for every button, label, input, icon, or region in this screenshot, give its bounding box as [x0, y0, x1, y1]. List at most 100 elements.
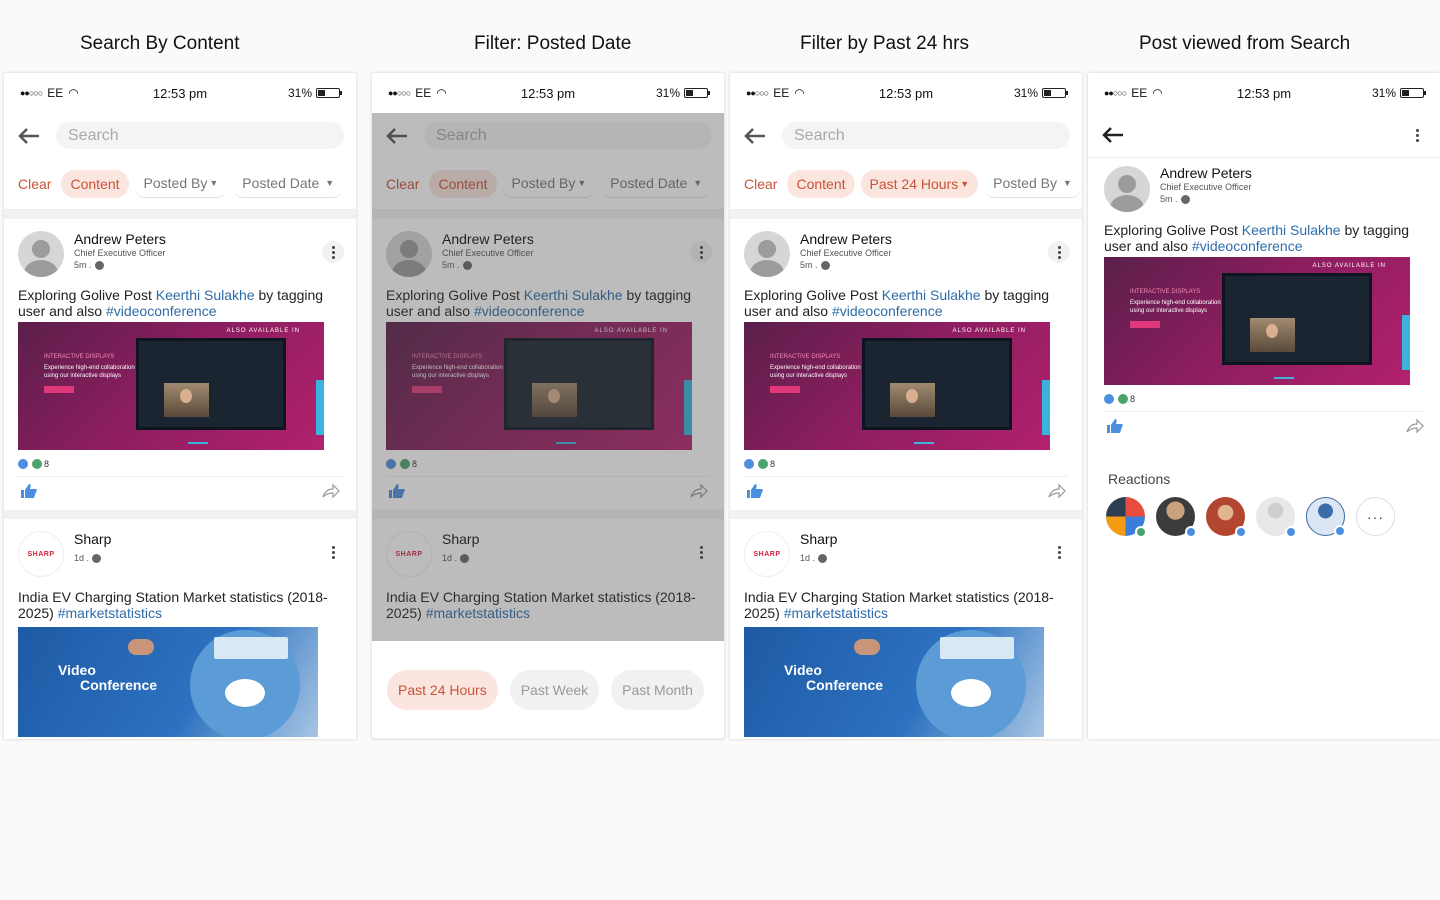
reaction-summary[interactable]: 8 [386, 458, 710, 470]
share-icon[interactable] [1048, 483, 1066, 504]
more-options-icon[interactable] [1406, 124, 1428, 146]
reaction-summary[interactable]: 8 [18, 458, 342, 470]
post-author[interactable]: Andrew Peters [800, 231, 892, 247]
content-filter-chip[interactable]: Content [61, 169, 129, 198]
reactions-heading: Reactions [1108, 471, 1171, 487]
like-button[interactable] [1106, 418, 1124, 439]
clear-filter-button[interactable]: Clear [14, 170, 55, 198]
sharp-logo[interactable]: SHARP [744, 531, 790, 577]
post-author[interactable]: Andrew Peters [442, 231, 534, 247]
divider [4, 510, 356, 519]
post-card[interactable]: SHARP Sharp 1d . India EV Charging Stati… [730, 519, 1082, 737]
post-image[interactable]: Video Conference [18, 627, 318, 737]
reactor-avatar[interactable] [1106, 497, 1147, 538]
content-filter-chip[interactable]: Content [787, 169, 855, 198]
more-reactors-button[interactable]: ··· [1356, 497, 1395, 536]
back-arrow-icon[interactable] [16, 126, 42, 146]
share-icon[interactable] [322, 483, 340, 504]
reactor-avatar[interactable] [1206, 497, 1247, 538]
share-icon[interactable] [1406, 418, 1424, 439]
reaction-summary[interactable]: 8 [744, 458, 1068, 470]
carrier: EE [415, 86, 432, 100]
post-author[interactable]: Sharp [74, 531, 111, 547]
hashtag-link[interactable]: #videoconference [1192, 238, 1303, 254]
past-month-option[interactable]: Past Month [611, 669, 704, 710]
sharp-logo[interactable]: SHARP [386, 531, 432, 577]
reaction-summary[interactable]: 8 [1104, 393, 1426, 405]
sharp-logo[interactable]: SHARP [18, 531, 64, 577]
back-arrow-icon[interactable] [384, 126, 410, 146]
post-author[interactable]: Andrew Peters [74, 231, 166, 247]
hashtag-link[interactable]: #marketstatistics [426, 605, 530, 621]
avatar[interactable] [386, 231, 432, 277]
more-options-icon[interactable] [690, 241, 712, 263]
more-options-icon[interactable] [322, 541, 344, 563]
post-image[interactable]: ALSO AVAILABLE IN INTERACTIVE DISPLAYS E… [744, 322, 1050, 450]
reactor-avatar[interactable] [1256, 497, 1297, 538]
back-arrow-icon[interactable] [1100, 125, 1126, 145]
banner-text: Experience high-end collaboration using … [1130, 300, 1221, 314]
mention-link[interactable]: Keerthi Sulakhe [524, 287, 623, 303]
past-24-hours-filter-chip[interactable]: Past 24 Hours ▼ [860, 169, 979, 198]
post-image[interactable]: Video Conference [744, 627, 1044, 737]
posted-by-filter-chip[interactable]: Posted By ▼ [134, 169, 228, 198]
reactor-avatar[interactable] [1306, 497, 1346, 537]
posted-date-filter-chip[interactable]: Posted Date ▼ [601, 169, 712, 198]
hashtag-link[interactable]: #videoconference [474, 303, 585, 319]
mention-link[interactable]: Keerthi Sulakhe [1242, 222, 1341, 238]
hashtag-link[interactable]: #videoconference [106, 303, 217, 319]
search-input[interactable] [782, 122, 1070, 149]
post-image[interactable]: ALSO AVAILABLE IN INTERACTIVE DISPLAYS E… [18, 322, 324, 450]
hashtag-link[interactable]: #marketstatistics [784, 605, 888, 621]
post-time: 5m . [74, 260, 92, 270]
back-arrow-icon[interactable] [742, 126, 768, 146]
posted-by-filter-chip[interactable]: Posted By ▼ [502, 169, 596, 198]
battery-percent: 31% [655, 86, 680, 100]
post-author[interactable]: Andrew Peters [1160, 165, 1252, 181]
past-24-hours-option[interactable]: Past 24 Hours [387, 669, 498, 710]
search-input[interactable] [56, 122, 344, 149]
display-screen [504, 338, 654, 430]
banner-caption: ALSO AVAILABLE IN [952, 328, 1026, 334]
column-title-post-viewed: Post viewed from Search [1139, 33, 1351, 54]
posted-by-filter-chip[interactable]: Posted By ▼ [984, 169, 1081, 198]
battery-icon [684, 88, 710, 98]
avatar[interactable] [18, 231, 64, 277]
reactor-avatar[interactable] [1156, 497, 1197, 538]
divider [4, 210, 356, 219]
like-button[interactable] [746, 483, 764, 504]
share-icon[interactable] [690, 483, 708, 504]
avatar[interactable] [744, 231, 790, 277]
post-card[interactable]: Andrew Peters Chief Executive Officer 5m… [730, 219, 1082, 510]
clear-filter-button[interactable]: Clear [740, 170, 781, 198]
post-author-role: Chief Executive Officer [800, 248, 892, 258]
posted-date-filter-chip[interactable]: Posted Date ▼ [233, 169, 344, 198]
like-button[interactable] [388, 483, 406, 504]
post-image[interactable]: ALSO AVAILABLE IN INTERACTIVE DISPLAYS E… [386, 322, 692, 450]
avatar[interactable] [1104, 166, 1150, 212]
post-card[interactable]: SHARP Sharp 1d . India EV Charging Stati… [372, 519, 724, 621]
more-options-icon[interactable] [1048, 541, 1070, 563]
more-options-icon[interactable] [322, 241, 344, 263]
post-author[interactable]: Sharp [800, 531, 837, 547]
battery-icon [316, 88, 342, 98]
globe-icon [818, 553, 828, 563]
clear-filter-button[interactable]: Clear [382, 170, 423, 198]
post-card[interactable]: SHARP Sharp 1d . India EV Charging Stati… [4, 519, 356, 737]
post-card[interactable]: Andrew Peters Chief Executive Officer 5m… [372, 219, 724, 510]
like-button[interactable] [20, 483, 38, 504]
past-week-option[interactable]: Past Week [509, 669, 600, 710]
mention-link[interactable]: Keerthi Sulakhe [882, 287, 981, 303]
search-input[interactable] [424, 122, 712, 149]
more-options-icon[interactable] [1048, 241, 1070, 263]
celebrate-reaction-icon [758, 459, 768, 469]
mention-link[interactable]: Keerthi Sulakhe [156, 287, 255, 303]
content-filter-chip[interactable]: Content [429, 169, 497, 198]
more-options-icon[interactable] [690, 541, 712, 563]
search-bar [372, 113, 724, 158]
hashtag-link[interactable]: #videoconference [832, 303, 943, 319]
hashtag-link[interactable]: #marketstatistics [58, 605, 162, 621]
post-image[interactable]: ALSO AVAILABLE IN INTERACTIVE DISPLAYS E… [1104, 257, 1410, 385]
post-card[interactable]: Andrew Peters Chief Executive Officer 5m… [4, 219, 356, 510]
post-author[interactable]: Sharp [442, 531, 479, 547]
